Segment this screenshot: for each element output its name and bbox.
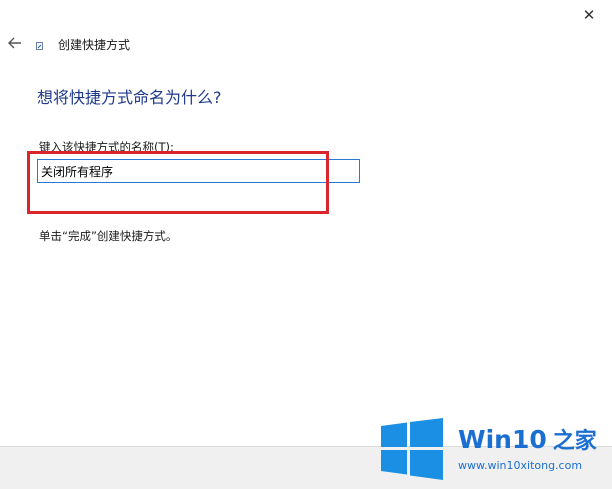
windows-logo-icon bbox=[381, 418, 443, 480]
wizard-title: 创建快捷方式 bbox=[58, 38, 131, 52]
shortcut-icon bbox=[36, 42, 43, 50]
finish-hint: 单击“完成”创建快捷方式。 bbox=[39, 229, 178, 243]
page-heading: 想将快捷方式命名为什么? bbox=[37, 88, 222, 107]
close-button[interactable]: ✕ bbox=[566, 0, 612, 30]
annotation-highlight-box bbox=[27, 151, 329, 214]
watermark-brand-cn: 之家 bbox=[552, 429, 597, 454]
watermark-brand-main: Win10 bbox=[458, 425, 547, 454]
watermark: Win10 之家 www.win10xitong.com bbox=[378, 411, 612, 489]
close-icon: ✕ bbox=[582, 6, 596, 24]
watermark-brand: Win10 之家 bbox=[458, 423, 597, 459]
watermark-url: www.win10xitong.com bbox=[458, 459, 583, 472]
back-button[interactable] bbox=[4, 30, 26, 56]
arrow-left-icon bbox=[8, 37, 21, 49]
